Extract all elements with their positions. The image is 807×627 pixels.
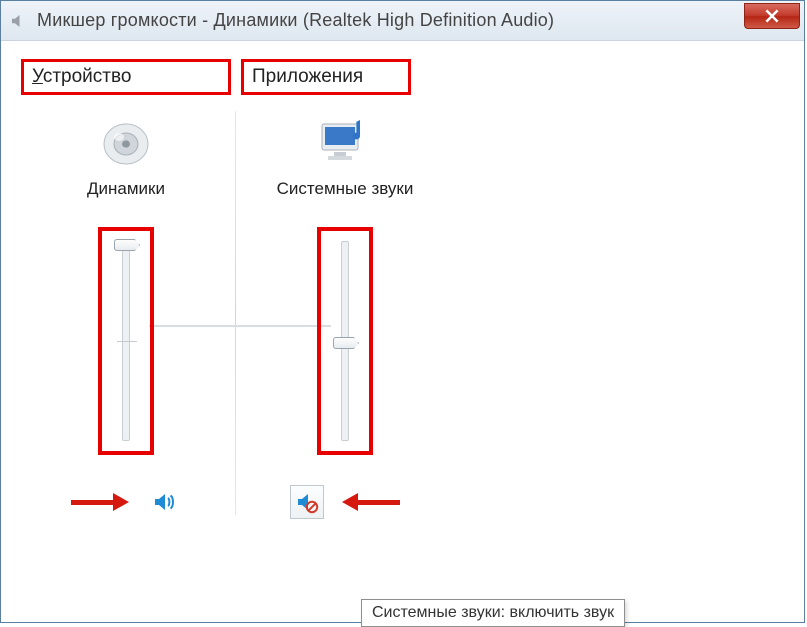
system-sounds-icon[interactable] [315,115,375,169]
device-header: Устройство [21,59,231,95]
annotation-arrow-icon [342,495,400,509]
applications-header: Приложения [241,59,411,95]
device-label: Динамики [87,179,165,199]
app-label: Системные звуки [277,179,414,199]
annotation-arrow-icon [71,495,129,509]
speaker-icon [9,12,27,30]
sound-on-icon [152,490,176,514]
close-icon [765,9,779,23]
window-title: Микшер громкости - Динамики (Realtek Hig… [37,10,554,31]
client-area: Устройство Приложения Динамики [1,41,804,622]
app-mute-button[interactable] [290,485,324,519]
titlebar[interactable]: Микшер громкости - Динамики (Realtek Hig… [1,1,804,41]
device-panel: Динамики [21,101,231,535]
device-volume-slider[interactable] [98,227,154,455]
close-button[interactable] [744,3,800,29]
mute-tooltip: Системные звуки: включить звук [361,599,625,627]
volume-mixer-window: Микшер громкости - Динамики (Realtek Hig… [0,0,805,623]
sound-muted-icon [295,490,319,514]
section-headers: Устройство Приложения [21,59,784,95]
channels-row: Динамики [21,101,784,535]
app-volume-slider[interactable] [317,227,373,455]
speaker-device-icon[interactable] [96,115,156,169]
system-sounds-panel: Системные звуки [240,101,450,535]
divider [235,111,236,515]
device-mute-button[interactable] [147,485,181,519]
